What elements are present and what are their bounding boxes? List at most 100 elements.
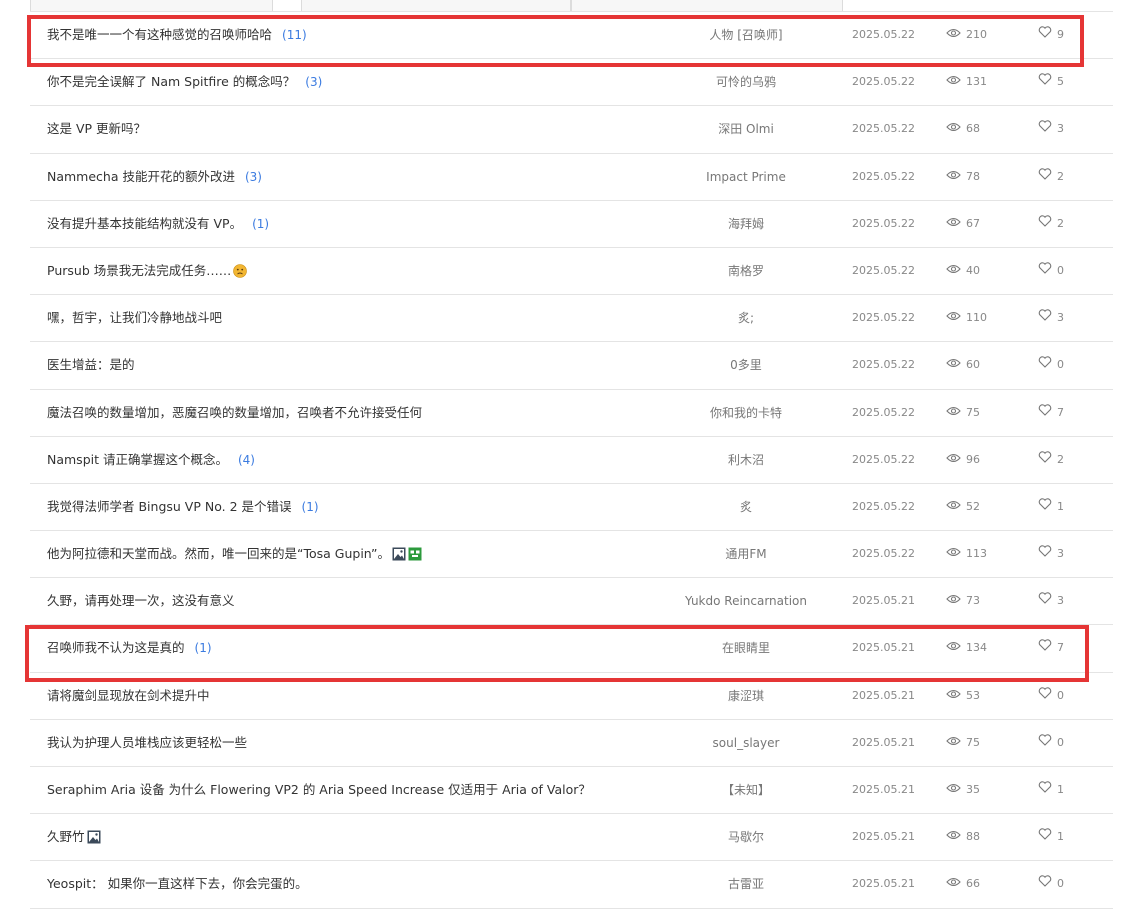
post-title-text[interactable]: 我不是唯一一个有这种感觉的召唤师哈哈 [47, 27, 272, 42]
post-title[interactable]: Namspit 请正确掌握这个概念。 (4) [47, 437, 255, 483]
post-author[interactable]: 0多里 [666, 342, 826, 388]
post-row[interactable]: 嘿，哲宇，让我们冷静地战斗吧 炙; 2025.05.22 110 3 [30, 295, 1113, 343]
post-title[interactable]: 没有提升基本技能结构就没有 VP。 (1) [47, 201, 269, 247]
post-title-text[interactable]: 我觉得法师学者 Bingsu VP No. 2 是个错误 [47, 499, 292, 514]
tab-1[interactable] [30, 0, 273, 11]
heart-icon[interactable] [1038, 248, 1052, 294]
post-title[interactable]: 医生增益：是的 [47, 342, 135, 388]
post-author[interactable]: 马歇尔 [666, 814, 826, 860]
post-row[interactable]: Yeospit： 如果你一直这样下去，你会完蛋的。 古雷亚 2025.05.21 66… [30, 861, 1113, 909]
post-author[interactable]: Impact Prime [666, 154, 826, 200]
heart-icon[interactable] [1038, 342, 1052, 388]
post-author[interactable]: 康涩琪 [666, 673, 826, 719]
post-title-text[interactable]: 没有提升基本技能结构就没有 VP。 [47, 216, 242, 231]
heart-icon[interactable] [1038, 625, 1052, 671]
post-title[interactable]: 请将魔剑显现放在剑术提升中 [47, 673, 210, 719]
heart-icon[interactable] [1038, 578, 1052, 624]
heart-icon[interactable] [1038, 720, 1052, 766]
heart-icon[interactable] [1038, 767, 1052, 813]
post-row[interactable]: Nammecha 技能开花的额外改进 (3) Impact Prime 2025.05… [30, 154, 1113, 201]
eye-icon [946, 248, 961, 294]
heart-icon[interactable] [1038, 531, 1052, 577]
post-title[interactable]: 魔法召唤的数量增加，恶魔召唤的数量增加，召唤者不允许接受任何 [47, 390, 422, 436]
post-title[interactable]: Pursub 场景我无法完成任务…… [47, 248, 248, 294]
post-title-text[interactable]: Yeospit： 如果你一直这样下去，你会完蛋的。 [47, 876, 308, 891]
post-title-text[interactable]: 我认为护理人员堆栈应该更轻松一些 [47, 735, 247, 750]
post-title-text[interactable]: 魔法召唤的数量增加，恶魔召唤的数量增加，召唤者不允许接受任何 [47, 405, 422, 420]
post-author[interactable]: 炙; [666, 295, 826, 341]
post-row[interactable]: 他为阿拉德和天堂而战。然而，唯一回来的是“Tosa Gupin”。 通用FM 202… [30, 531, 1113, 579]
post-title-text[interactable]: Pursub 场景我无法完成任务…… [47, 263, 231, 278]
heart-icon[interactable] [1038, 295, 1052, 341]
post-author[interactable]: 利木沼 [666, 437, 826, 483]
post-title-text[interactable]: 请将魔剑显现放在剑术提升中 [47, 688, 210, 703]
post-title-text[interactable]: 这是 VP 更新吗？ [47, 121, 146, 136]
post-author[interactable]: 海拜姆 [666, 201, 826, 247]
post-title[interactable]: Seraphim Aria 设备 为什么 Flowering VP2 的 Ari… [47, 767, 591, 813]
post-author[interactable]: 炙 [666, 484, 826, 530]
post-title-text[interactable]: 他为阿拉德和天堂而战。然而，唯一回来的是“Tosa Gupin”。 [47, 546, 390, 561]
post-title[interactable]: 这是 VP 更新吗？ [47, 106, 146, 152]
post-title[interactable]: 嘿，哲宇，让我们冷静地战斗吧 [47, 295, 222, 341]
heart-icon[interactable] [1038, 154, 1052, 200]
post-title[interactable]: 召唤师我不认为这是真的 (1) [47, 625, 212, 671]
like-count: 1 [1038, 484, 1064, 530]
post-title-text[interactable]: Namspit 请正确掌握这个概念。 [47, 452, 228, 467]
post-title-text[interactable]: 嘿，哲宇，让我们冷静地战斗吧 [47, 310, 222, 325]
heart-icon[interactable] [1038, 484, 1052, 530]
post-author[interactable]: 南格罗 [666, 248, 826, 294]
post-row[interactable]: 召唤师我不认为这是真的 (1) 在眼睛里 2025.05.21 134 7 [30, 625, 1113, 673]
post-title[interactable]: 久野竹 [47, 814, 101, 860]
post-row[interactable]: 请将魔剑显现放在剑术提升中 康涩琪 2025.05.21 53 0 [30, 673, 1113, 720]
tab-2[interactable] [301, 0, 571, 11]
post-row[interactable]: 久野竹 马歇尔 2025.05.21 88 1 [30, 814, 1113, 862]
post-title[interactable]: 他为阿拉德和天堂而战。然而，唯一回来的是“Tosa Gupin”。 [47, 531, 422, 577]
post-title[interactable]: 你不是完全误解了 Nam Spitfire 的概念吗？ (3) [47, 59, 322, 105]
post-author[interactable]: 你和我的卡特 [666, 390, 826, 436]
post-author[interactable]: Yukdo Reincarnation [666, 578, 826, 624]
heart-icon[interactable] [1038, 673, 1052, 719]
post-row[interactable]: Namspit 请正确掌握这个概念。 (4) 利木沼 2025.05.22 96 2 [30, 437, 1113, 484]
post-title[interactable]: 我不是唯一一个有这种感觉的召唤师哈哈 (11) [47, 12, 307, 58]
post-row[interactable]: Pursub 场景我无法完成任务…… 南格罗 2025.05.22 40 0 [30, 248, 1113, 296]
heart-icon[interactable] [1038, 59, 1052, 105]
post-author[interactable]: 深田 Olmi [666, 106, 826, 152]
post-title[interactable]: 我觉得法师学者 Bingsu VP No. 2 是个错误 (1) [47, 484, 319, 530]
post-title[interactable]: Nammecha 技能开花的额外改进 (3) [47, 154, 262, 200]
post-author[interactable]: 人物 [召唤师] [666, 12, 826, 58]
post-title-text[interactable]: Nammecha 技能开花的额外改进 [47, 169, 235, 184]
post-author[interactable]: soul_slayer [666, 720, 826, 766]
post-title-text[interactable]: 你不是完全误解了 Nam Spitfire 的概念吗？ [47, 74, 295, 89]
post-title-text[interactable]: 召唤师我不认为这是真的 [47, 640, 185, 655]
post-author[interactable]: 可怜的乌鸦 [666, 59, 826, 105]
post-row[interactable]: 我觉得法师学者 Bingsu VP No. 2 是个错误 (1) 炙 2025.05.… [30, 484, 1113, 532]
post-row[interactable]: 魔法召唤的数量增加，恶魔召唤的数量增加，召唤者不允许接受任何 你和我的卡特 2025… [30, 390, 1113, 437]
post-row[interactable]: 我认为护理人员堆栈应该更轻松一些 soul_slayer 2025.05.21 75 0 [30, 720, 1113, 767]
post-row[interactable]: Seraphim Aria 设备 为什么 Flowering VP2 的 Ari… [30, 767, 1113, 815]
heart-icon[interactable] [1038, 201, 1052, 247]
heart-icon[interactable] [1038, 861, 1052, 907]
heart-icon[interactable] [1038, 814, 1052, 860]
post-title-text[interactable]: 久野，请再处理一次，这没有意义 [47, 593, 235, 608]
post-author[interactable]: 古雷亚 [666, 861, 826, 907]
post-author[interactable]: 通用FM [666, 531, 826, 577]
tab-3[interactable] [571, 0, 843, 11]
post-row[interactable]: 这是 VP 更新吗？ 深田 Olmi 2025.05.22 68 3 [30, 106, 1113, 154]
heart-icon[interactable] [1038, 106, 1052, 152]
heart-icon[interactable] [1038, 12, 1052, 58]
post-author[interactable]: 【未知】 [666, 767, 826, 813]
post-row[interactable]: 没有提升基本技能结构就没有 VP。 (1) 海拜姆 2025.05.22 67 2 [30, 201, 1113, 248]
post-row[interactable]: 医生增益：是的 0多里 2025.05.22 60 0 [30, 342, 1113, 390]
post-author[interactable]: 在眼睛里 [666, 625, 826, 671]
post-row[interactable]: 久野，请再处理一次，这没有意义 Yukdo Reincarnation 2025.0… [30, 578, 1113, 626]
post-title[interactable]: Yeospit： 如果你一直这样下去，你会完蛋的。 [47, 861, 308, 907]
post-title-text[interactable]: 医生增益：是的 [47, 357, 135, 372]
heart-icon[interactable] [1038, 437, 1052, 483]
heart-icon[interactable] [1038, 390, 1052, 436]
post-title[interactable]: 我认为护理人员堆栈应该更轻松一些 [47, 720, 247, 766]
post-title[interactable]: 久野，请再处理一次，这没有意义 [47, 578, 235, 624]
post-title-text[interactable]: 久野竹 [47, 829, 85, 844]
post-row[interactable]: 我不是唯一一个有这种感觉的召唤师哈哈 (11) 人物 [召唤师] 2025.05.22… [30, 12, 1113, 60]
post-row[interactable]: 你不是完全误解了 Nam Spitfire 的概念吗？ (3) 可怜的乌鸦 2025.… [30, 59, 1113, 107]
post-title-text[interactable]: Seraphim Aria 设备 为什么 Flowering VP2 的 Ari… [47, 782, 591, 797]
